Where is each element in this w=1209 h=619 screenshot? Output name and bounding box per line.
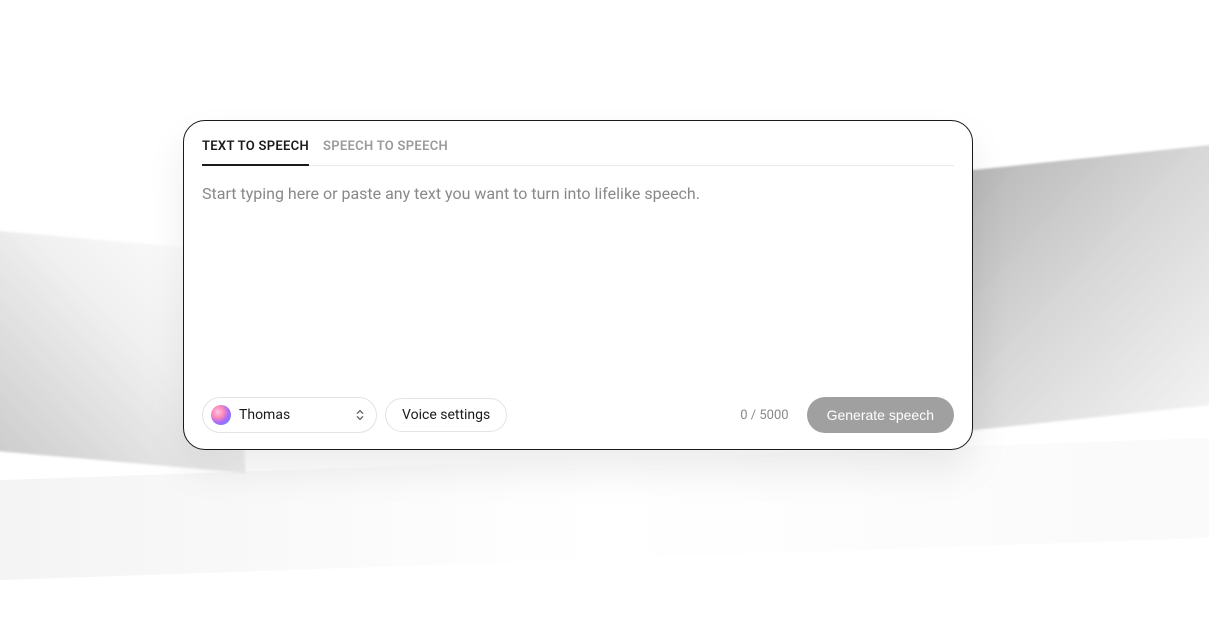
voice-avatar-icon xyxy=(211,405,231,425)
tab-speech-to-speech[interactable]: SPEECH TO SPEECH xyxy=(323,139,448,166)
text-input[interactable] xyxy=(202,184,954,397)
tab-text-to-speech[interactable]: TEXT TO SPEECH xyxy=(202,139,309,166)
tab-bar: TEXT TO SPEECH SPEECH TO SPEECH xyxy=(202,121,954,166)
voice-settings-label: Voice settings xyxy=(402,407,490,423)
bottom-controls: Thomas Voice settings 0 / 5000 Generate … xyxy=(202,397,954,433)
generate-speech-button[interactable]: Generate speech xyxy=(807,397,954,433)
character-counter: 0 / 5000 xyxy=(740,408,788,423)
voice-name-label: Thomas xyxy=(239,407,346,423)
voice-selector[interactable]: Thomas xyxy=(202,397,377,433)
chevron-updown-icon xyxy=(354,408,366,422)
speech-synthesis-card: TEXT TO SPEECH SPEECH TO SPEECH Thomas V… xyxy=(183,120,973,450)
text-input-area xyxy=(202,166,954,397)
voice-settings-button[interactable]: Voice settings xyxy=(385,398,507,432)
background-shape-bottom xyxy=(0,438,1209,580)
